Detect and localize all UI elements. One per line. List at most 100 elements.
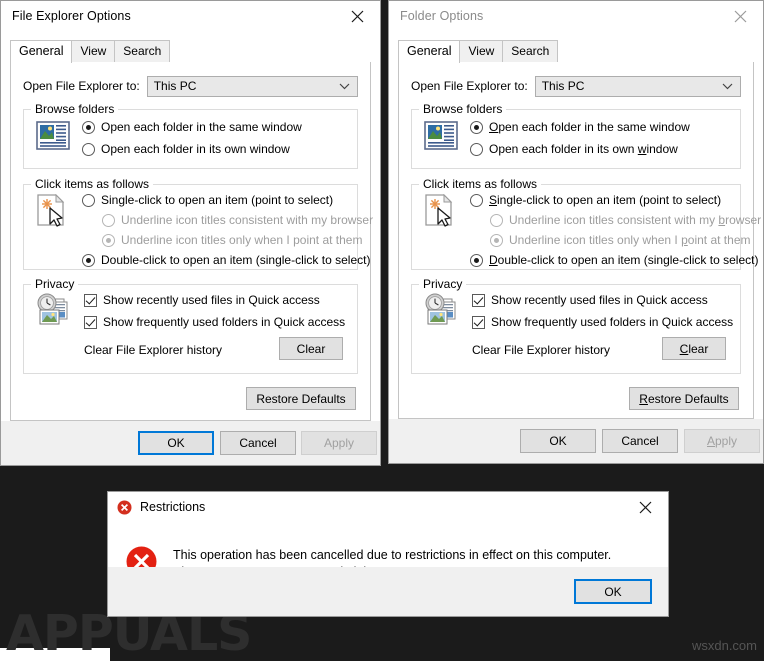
radio-underline-point: Underline icon titles only when I point … — [102, 233, 362, 247]
tab-general[interactable]: General — [10, 40, 73, 63]
checkbox-show-recent-files[interactable]: Show recently used files in Quick access — [472, 293, 708, 307]
group-click-items-legend: Click items as follows — [419, 177, 542, 191]
clear-button[interactable]: Clear — [662, 337, 726, 360]
chevron-down-icon — [722, 77, 733, 95]
radio-double-click[interactable]: Double-click to open an item (single-cli… — [470, 253, 758, 267]
close-icon[interactable] — [623, 492, 668, 522]
radio-label: Single-click to open an item (point to s… — [489, 193, 722, 207]
checkbox-show-recent-files[interactable]: Show recently used files in Quick access — [84, 293, 320, 307]
radio-single-click[interactable]: Single-click to open an item (point to s… — [470, 193, 721, 207]
checkbox-label: Show frequently used folders in Quick ac… — [491, 315, 734, 329]
radio-open-same-window[interactable]: Open each folder in the same window — [82, 120, 302, 134]
tabstrip: General View Search — [10, 40, 371, 63]
group-privacy: Privacy Show recently used files in Quic… — [411, 277, 741, 374]
radio-indicator — [470, 194, 483, 207]
apply-button: Apply — [684, 429, 760, 453]
tab-search[interactable]: Search — [502, 40, 559, 62]
checkbox-label: Show recently used files in Quick access — [103, 293, 320, 307]
dialog-title: Restrictions — [140, 500, 206, 514]
radio-label: Underline icon titles consistent with my… — [509, 213, 762, 227]
close-icon[interactable] — [718, 1, 763, 31]
restore-defaults-button[interactable]: Restore Defaults — [629, 387, 739, 410]
clear-history-label: Clear File Explorer history — [84, 343, 223, 357]
restore-defaults-button[interactable]: Restore Defaults — [246, 387, 356, 410]
titlebar-file-explorer-options[interactable]: File Explorer Options — [1, 1, 380, 31]
window-body: General View Search Open File Explorer t… — [1, 31, 380, 465]
error-icon — [117, 500, 132, 515]
tab-view[interactable]: View — [71, 40, 116, 62]
cancel-button[interactable]: Cancel — [220, 431, 296, 455]
group-privacy-legend: Privacy — [31, 277, 79, 291]
radio-label: Open each folder in the same window — [489, 120, 690, 134]
group-browse-folders: Browse folders Open each folder in the s… — [411, 102, 741, 169]
radio-indicator — [470, 121, 483, 134]
chevron-down-icon — [339, 77, 350, 95]
dialog-restrictions[interactable]: Restrictions This operation has been can… — [107, 491, 669, 617]
radio-open-own-window[interactable]: Open each folder in its own window — [470, 142, 678, 156]
tab-view[interactable]: View — [459, 40, 504, 62]
radio-double-click[interactable]: Double-click to open an item (single-cli… — [82, 253, 370, 267]
radio-open-own-window[interactable]: Open each folder in its own window — [82, 142, 290, 156]
radio-open-same-window[interactable]: Open each folder in the same window — [470, 120, 690, 134]
window-folder-options[interactable]: Folder Options General View Search Open … — [388, 0, 764, 464]
open-file-explorer-to-label: Open File Explorer to: — [411, 79, 528, 93]
ok-button[interactable]: OK — [138, 431, 214, 455]
checkbox-show-frequent-folders[interactable]: Show frequently used folders in Quick ac… — [472, 315, 733, 329]
recent-history-icon — [423, 293, 461, 332]
radio-indicator — [490, 214, 503, 227]
radio-label: Underline icon titles only when I point … — [509, 233, 751, 247]
checkbox-show-frequent-folders[interactable]: Show frequently used folders in Quick ac… — [84, 315, 345, 329]
recent-history-icon — [35, 293, 73, 332]
radio-label: Open each folder in its own window — [489, 142, 678, 156]
dialog-content: This operation has been cancelled due to… — [108, 522, 668, 579]
folder-browse-icon — [36, 121, 70, 156]
cancel-button[interactable]: Cancel — [602, 429, 678, 453]
footer-buttons: OK Cancel Apply — [389, 419, 763, 463]
window-file-explorer-options[interactable]: File Explorer Options General View Searc… — [0, 0, 381, 466]
group-browse-folders: Browse folders Open each folder in the s… — [23, 102, 358, 169]
group-click-items-legend: Click items as follows — [31, 177, 154, 191]
open-file-explorer-to-dropdown[interactable]: This PC — [146, 75, 358, 97]
open-file-explorer-to-value: This PC — [541, 79, 585, 93]
radio-label: Double-click to open an item (single-cli… — [101, 253, 371, 267]
clear-button[interactable]: Clear — [279, 337, 343, 360]
tab-general[interactable]: General — [398, 40, 461, 63]
checkbox-indicator — [472, 316, 485, 329]
radio-single-click[interactable]: Single-click to open an item (point to s… — [82, 193, 333, 207]
group-privacy-legend: Privacy — [419, 277, 467, 291]
window-body: General View Search Open File Explorer t… — [389, 31, 763, 463]
dialog-titlebar[interactable]: Restrictions — [108, 492, 668, 522]
titlebar-folder-options[interactable]: Folder Options — [389, 1, 763, 31]
checkbox-indicator — [84, 316, 97, 329]
group-privacy: Privacy Show recently used files in Quic… — [23, 277, 358, 374]
tabstrip: General View Search — [398, 40, 754, 63]
radio-underline-point: Underline icon titles only when I point … — [490, 233, 750, 247]
radio-label: Underline icon titles only when I point … — [121, 233, 363, 247]
open-file-explorer-to-label: Open File Explorer to: — [23, 79, 140, 93]
tab-pane-general: Open File Explorer to: This PC Browse fo… — [398, 62, 761, 419]
open-file-explorer-to-value: This PC — [153, 79, 197, 93]
open-file-explorer-to-row: Open File Explorer to: This PC — [411, 75, 741, 97]
radio-indicator — [490, 234, 503, 247]
tab-search[interactable]: Search — [114, 40, 171, 62]
dialog-footer: OK — [108, 567, 668, 616]
radio-underline-browser: Underline icon titles consistent with my… — [490, 213, 761, 227]
window-title: Folder Options — [400, 9, 484, 23]
radio-indicator — [102, 234, 115, 247]
close-icon[interactable] — [335, 1, 380, 31]
footer-buttons: OK Cancel Apply — [1, 421, 380, 465]
radio-indicator — [82, 143, 95, 156]
radio-label: Single-click to open an item (point to s… — [101, 193, 334, 207]
radio-label: Open each folder in the same window — [101, 120, 302, 134]
dialog-ok-button[interactable]: OK — [574, 579, 652, 604]
radio-underline-browser: Underline icon titles consistent with my… — [102, 213, 373, 227]
tab-pane-general: Open File Explorer to: This PC Browse fo… — [10, 62, 373, 421]
open-file-explorer-to-dropdown[interactable]: This PC — [534, 75, 741, 97]
click-item-icon — [36, 193, 68, 235]
ok-button[interactable]: OK — [520, 429, 596, 453]
checkbox-indicator — [84, 294, 97, 307]
click-item-icon — [424, 193, 456, 235]
white-strip — [0, 648, 110, 661]
radio-indicator — [102, 214, 115, 227]
checkbox-label: Show frequently used folders in Quick ac… — [103, 315, 346, 329]
